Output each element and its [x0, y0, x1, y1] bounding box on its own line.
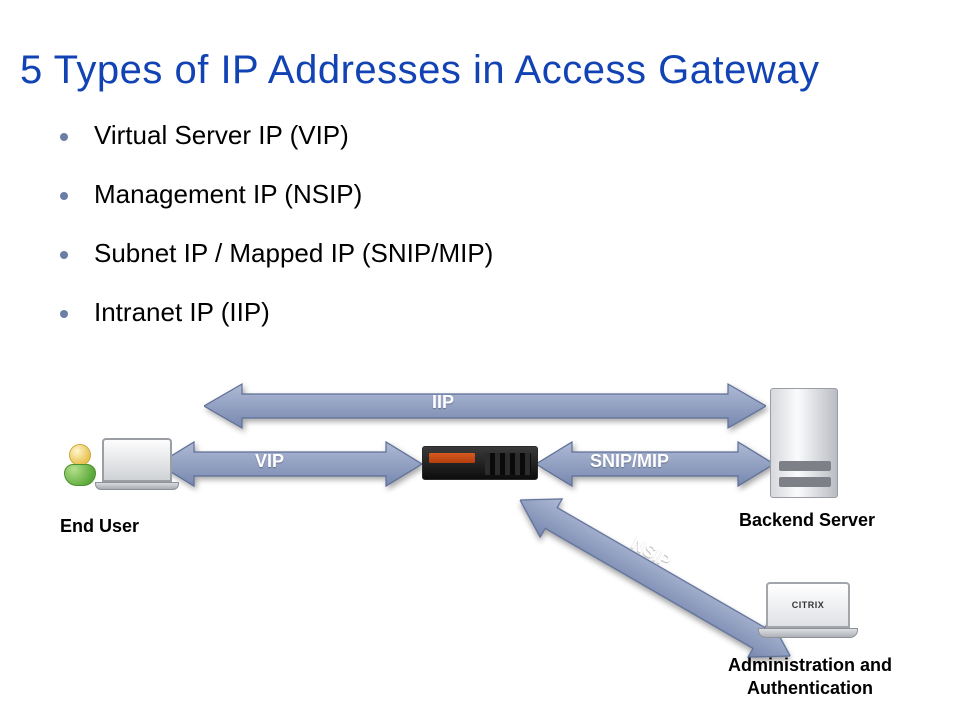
- appliance-brand-text: CITRIX: [792, 600, 825, 610]
- bullet-dot-icon: [60, 133, 68, 141]
- bullet-dot-icon: [60, 192, 68, 200]
- bullet-list: Virtual Server IP (VIP) Management IP (N…: [60, 120, 880, 356]
- admin-label: Administration and Authentication: [700, 654, 920, 699]
- bullet-text: Management IP (NSIP): [94, 179, 362, 210]
- arrow-iip: [204, 382, 766, 430]
- bullet-text: Intranet IP (IIP): [94, 297, 270, 328]
- arrow-snip: [536, 440, 774, 488]
- backend-label: Backend Server: [712, 510, 902, 531]
- appliance-icon: [422, 446, 538, 480]
- slide-title: 5 Types of IP Addresses in Access Gatewa…: [20, 48, 819, 93]
- end-user-label: End User: [60, 516, 180, 537]
- list-item: Subnet IP / Mapped IP (SNIP/MIP): [60, 238, 880, 269]
- laptop-icon: [102, 438, 172, 490]
- bullet-dot-icon: [60, 251, 68, 259]
- person-icon: [62, 444, 98, 488]
- end-user-icon: [62, 430, 172, 510]
- diagram-area: IIP VIP SNIP/MIP NSIP: [0, 360, 960, 700]
- slide: 5 Types of IP Addresses in Access Gatewa…: [0, 0, 960, 720]
- list-item: Virtual Server IP (VIP): [60, 120, 880, 151]
- list-item: Management IP (NSIP): [60, 179, 880, 210]
- arrow-nsip: [508, 479, 802, 677]
- bullet-text: Subnet IP / Mapped IP (SNIP/MIP): [94, 238, 493, 269]
- server-icon: [770, 388, 838, 498]
- bullet-text: Virtual Server IP (VIP): [94, 120, 349, 151]
- list-item: Intranet IP (IIP): [60, 297, 880, 328]
- arrow-vip: [158, 440, 422, 488]
- bullet-dot-icon: [60, 310, 68, 318]
- admin-laptop-icon: CITRIX: [766, 582, 858, 646]
